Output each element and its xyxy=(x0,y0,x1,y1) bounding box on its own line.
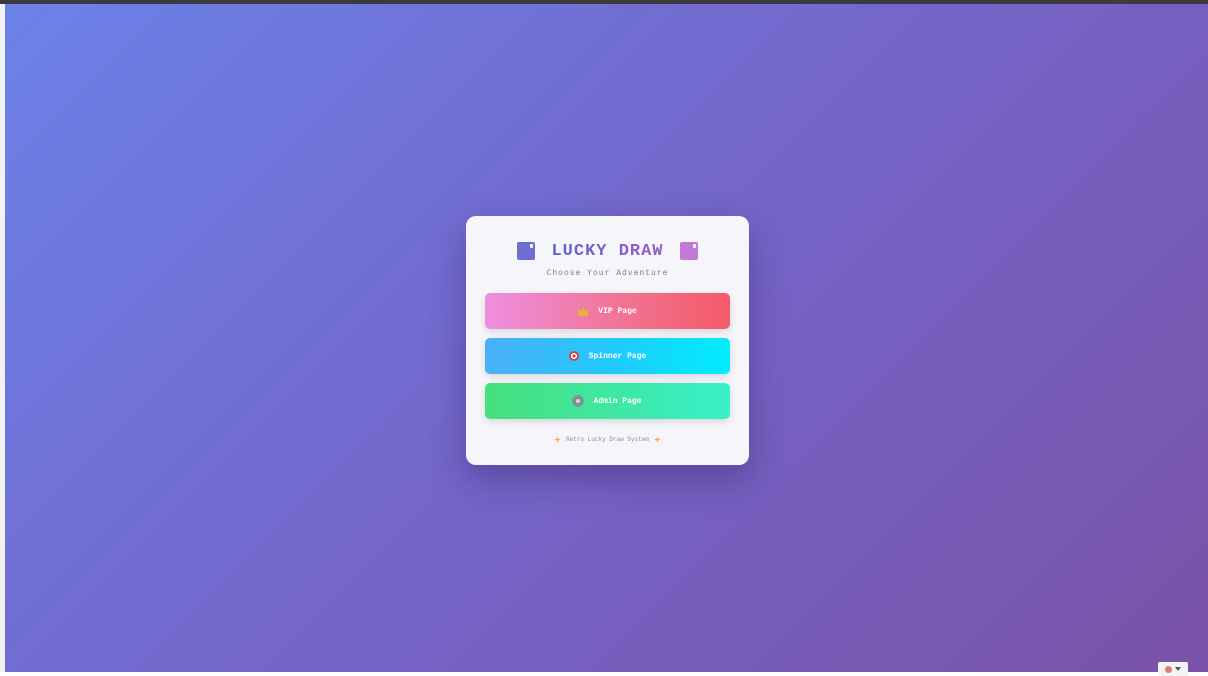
admin-page-button[interactable]: Admin Page xyxy=(485,383,730,419)
book-icon xyxy=(679,242,698,260)
chevron-down-icon xyxy=(1175,667,1181,671)
page-subtitle: Choose Your Adventure xyxy=(546,269,669,278)
book-icon xyxy=(517,242,536,260)
page-viewport: LUCKY DRAW Choose Your Adventure VIP Pag… xyxy=(5,4,1208,672)
spinner-page-label: Spinner Page xyxy=(588,351,647,361)
footer-text: Retro Lucky Draw System xyxy=(566,436,649,443)
page-title: LUCKY DRAW xyxy=(551,241,664,261)
admin-page-label: Admin Page xyxy=(593,396,642,406)
sparkle-icon xyxy=(653,436,661,443)
gear-icon xyxy=(1165,665,1172,673)
vip-page-label: VIP Page xyxy=(598,306,637,316)
crown-icon xyxy=(578,307,589,316)
corner-settings-widget[interactable] xyxy=(1158,662,1188,676)
footer-note: Retro Lucky Draw System xyxy=(466,436,749,443)
gear-icon xyxy=(573,396,584,406)
vip-page-button[interactable]: VIP Page xyxy=(485,293,730,329)
spinner-page-button[interactable]: Spinner Page xyxy=(485,338,730,374)
title-row: LUCKY DRAW xyxy=(466,238,749,264)
target-icon xyxy=(568,351,579,361)
sparkle-icon xyxy=(554,436,562,443)
lucky-draw-card: LUCKY DRAW Choose Your Adventure VIP Pag… xyxy=(466,216,749,465)
